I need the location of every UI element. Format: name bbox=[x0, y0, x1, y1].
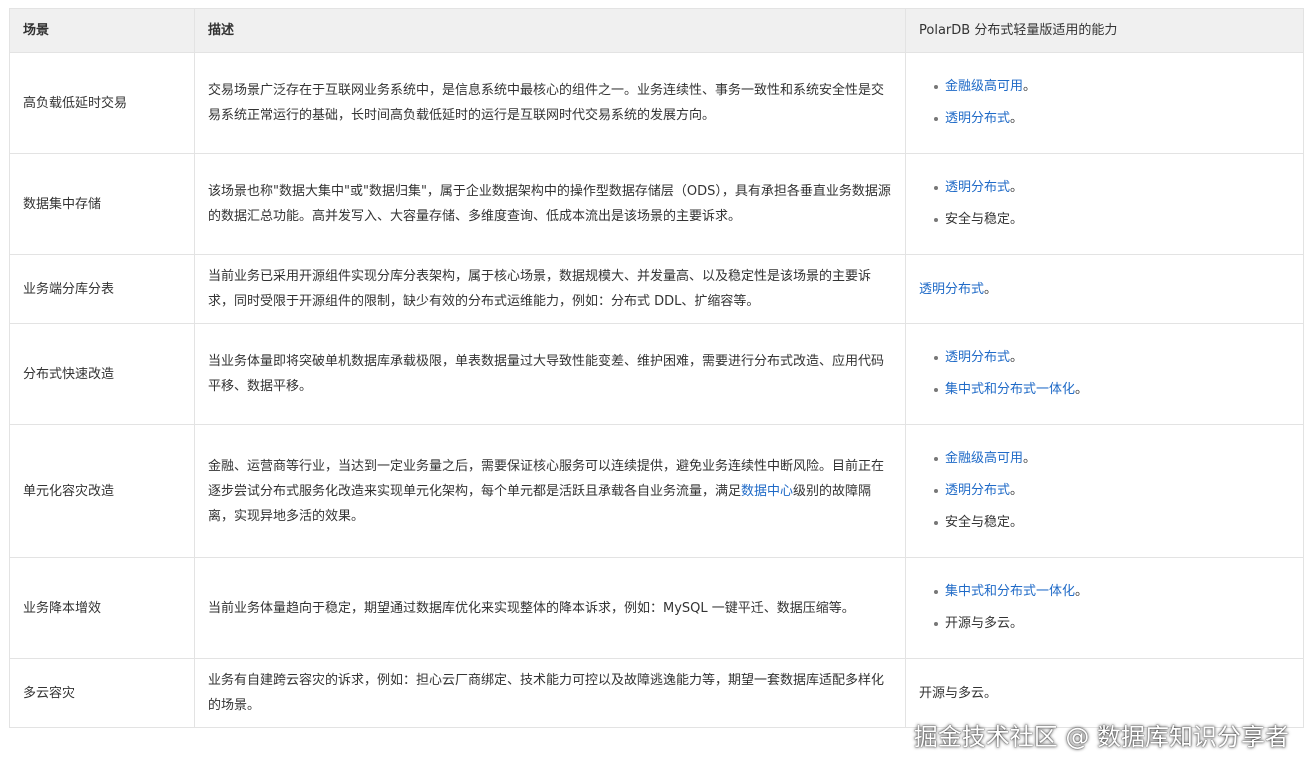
table-row: 数据集中存储 该场景也称"数据大集中"或"数据归集"，属于企业数据架构中的操作型… bbox=[9, 153, 1304, 255]
capability-link[interactable]: 透明分布式 bbox=[945, 350, 1010, 365]
table-row: 单元化容灾改造 金融、运营商等行业，当达到一定业务量之后，需要保证核心服务可以连… bbox=[9, 424, 1304, 558]
list-item: 透明分布式。 bbox=[934, 103, 1290, 135]
capability-cell: 集中式和分布式一体化。 开源与多云。 bbox=[905, 557, 1304, 659]
capability-cell: 金融级高可用。 透明分布式。 安全与稳定。 bbox=[905, 424, 1304, 558]
list-item: 透明分布式。 bbox=[934, 342, 1290, 374]
punctuation: 。 bbox=[1010, 111, 1024, 126]
capability-list: 金融级高可用。 透明分布式。 bbox=[919, 71, 1290, 135]
table-header-row: 场景 描述 PolarDB 分布式轻量版适用的能力 bbox=[9, 8, 1304, 53]
capability-text: 安全与稳定 bbox=[945, 515, 1011, 530]
capability-link[interactable]: 金融级高可用 bbox=[945, 79, 1023, 94]
description-cell: 金融、运营商等行业，当达到一定业务量之后，需要保证核心服务可以连续提供，避免业务… bbox=[194, 424, 906, 558]
capability-cell: 金融级高可用。 透明分布式。 bbox=[905, 52, 1304, 154]
capability-link[interactable]: 集中式和分布式一体化 bbox=[945, 382, 1075, 397]
description-cell: 当前业务已采用开源组件实现分库分表架构，属于核心场景，数据规模大、并发量高、以及… bbox=[194, 254, 906, 324]
table-row: 业务端分库分表 当前业务已采用开源组件实现分库分表架构，属于核心场景，数据规模大… bbox=[9, 254, 1304, 324]
capability-link[interactable]: 透明分布式 bbox=[945, 483, 1010, 498]
scene-cell: 数据集中存储 bbox=[9, 153, 195, 255]
punctuation: 。 bbox=[1010, 515, 1024, 530]
list-item: 开源与多云。 bbox=[934, 608, 1290, 640]
data-center-link[interactable]: 数据中心 bbox=[741, 484, 793, 499]
description-cell: 当前业务体量趋向于稳定，期望通过数据库优化来实现整体的降本诉求，例如：MySQL… bbox=[194, 557, 906, 659]
capability-link[interactable]: 透明分布式 bbox=[945, 111, 1010, 126]
capability-text: 开源与多云 bbox=[919, 685, 985, 701]
header-scene: 场景 bbox=[9, 8, 195, 53]
scene-cell: 业务降本增效 bbox=[9, 557, 195, 659]
watermark: 掘金技术社区 @ 数据库知识分享者 bbox=[913, 723, 1289, 751]
capability-link[interactable]: 金融级高可用 bbox=[945, 451, 1023, 466]
punctuation: 。 bbox=[1023, 79, 1037, 94]
punctuation: 。 bbox=[1010, 180, 1024, 195]
punctuation: 。 bbox=[1010, 350, 1024, 365]
scene-cell: 多云容灾 bbox=[9, 658, 195, 728]
capability-cell: 透明分布式。 安全与稳定。 bbox=[905, 153, 1304, 255]
punctuation: 。 bbox=[1075, 584, 1089, 599]
capability-list: 金融级高可用。 透明分布式。 安全与稳定。 bbox=[919, 443, 1290, 539]
punctuation: 。 bbox=[1075, 382, 1089, 397]
scene-cell: 分布式快速改造 bbox=[9, 323, 195, 425]
scene-cell: 单元化容灾改造 bbox=[9, 424, 195, 558]
list-item: 安全与稳定。 bbox=[934, 507, 1290, 539]
capability-list: 集中式和分布式一体化。 开源与多云。 bbox=[919, 576, 1290, 640]
capability-text: 开源与多云 bbox=[945, 616, 1011, 631]
table-row: 高负载低延时交易 交易场景广泛存在于互联网业务系统中，是信息系统中最核心的组件之… bbox=[9, 52, 1304, 154]
table-row: 业务降本增效 当前业务体量趋向于稳定，期望通过数据库优化来实现整体的降本诉求，例… bbox=[9, 557, 1304, 659]
list-item: 透明分布式。 bbox=[934, 172, 1290, 204]
capability-list: 透明分布式。 安全与稳定。 bbox=[919, 172, 1290, 236]
punctuation: 。 bbox=[1023, 451, 1037, 466]
scene-cell: 业务端分库分表 bbox=[9, 254, 195, 324]
punctuation: 。 bbox=[984, 281, 998, 297]
description-cell: 该场景也称"数据大集中"或"数据归集"，属于企业数据架构中的操作型数据存储层（O… bbox=[194, 153, 906, 255]
description-cell: 业务有自建跨云容灾的诉求，例如：担心云厂商绑定、技术能力可控以及故障逃逸能力等，… bbox=[194, 658, 906, 728]
capability-cell: 透明分布式。 集中式和分布式一体化。 bbox=[905, 323, 1304, 425]
list-item: 金融级高可用。 bbox=[934, 443, 1290, 475]
capability-link[interactable]: 集中式和分布式一体化 bbox=[945, 584, 1075, 599]
list-item: 集中式和分布式一体化。 bbox=[934, 374, 1290, 406]
header-description: 描述 bbox=[194, 8, 906, 53]
capability-link[interactable]: 透明分布式 bbox=[945, 180, 1010, 195]
header-capability: PolarDB 分布式轻量版适用的能力 bbox=[905, 8, 1304, 53]
capability-link[interactable]: 透明分布式 bbox=[919, 282, 984, 297]
description-cell: 交易场景广泛存在于互联网业务系统中，是信息系统中最核心的组件之一。业务连续性、事… bbox=[194, 52, 906, 154]
capability-text: 安全与稳定 bbox=[945, 212, 1011, 227]
punctuation: 。 bbox=[1010, 616, 1024, 631]
scenario-table: 场景 描述 PolarDB 分布式轻量版适用的能力 高负载低延时交易 交易场景广… bbox=[9, 8, 1304, 728]
table-row: 分布式快速改造 当业务体量即将突破单机数据库承载极限，单表数据量过大导致性能变差… bbox=[9, 323, 1304, 425]
capability-cell: 透明分布式。 bbox=[905, 254, 1304, 324]
punctuation: 。 bbox=[1010, 212, 1024, 227]
list-item: 集中式和分布式一体化。 bbox=[934, 576, 1290, 608]
description-cell: 当业务体量即将突破单机数据库承载极限，单表数据量过大导致性能变差、维护困难，需要… bbox=[194, 323, 906, 425]
capability-list: 透明分布式。 集中式和分布式一体化。 bbox=[919, 342, 1290, 406]
list-item: 透明分布式。 bbox=[934, 475, 1290, 507]
punctuation: 。 bbox=[984, 685, 998, 701]
scene-cell: 高负载低延时交易 bbox=[9, 52, 195, 154]
list-item: 安全与稳定。 bbox=[934, 204, 1290, 236]
punctuation: 。 bbox=[1010, 483, 1024, 498]
list-item: 金融级高可用。 bbox=[934, 71, 1290, 103]
